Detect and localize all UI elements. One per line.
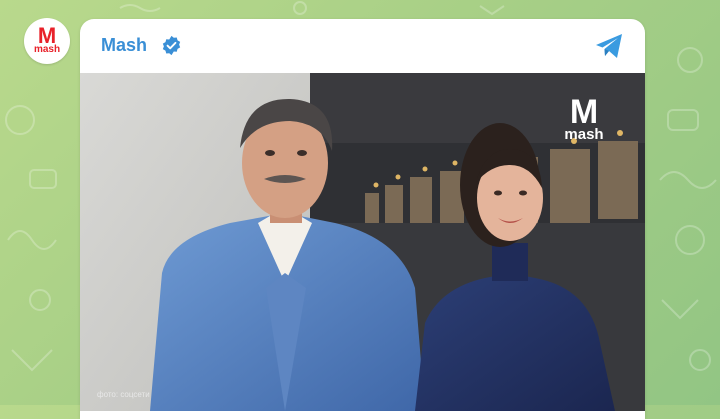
post-card: Mash M mash фото: соцсети [80,19,645,419]
channel-name-link[interactable]: Mash [101,35,147,56]
post-header: Mash [80,19,645,73]
watermark-letter: M [569,93,599,131]
photo-credit: фото: соцсети [97,390,150,399]
avatar-logo-word: mash [33,44,61,55]
watermark-word: mash [564,126,604,143]
verified-badge-icon [162,35,181,56]
mash-watermark: M mash [559,93,609,143]
avatar-logo-letter: M [37,23,57,48]
channel-avatar[interactable]: M mash [24,18,70,64]
post-photo[interactable]: M mash фото: соцсети [80,73,645,411]
telegram-plane-icon[interactable] [594,32,624,60]
post-text-area [80,411,645,419]
